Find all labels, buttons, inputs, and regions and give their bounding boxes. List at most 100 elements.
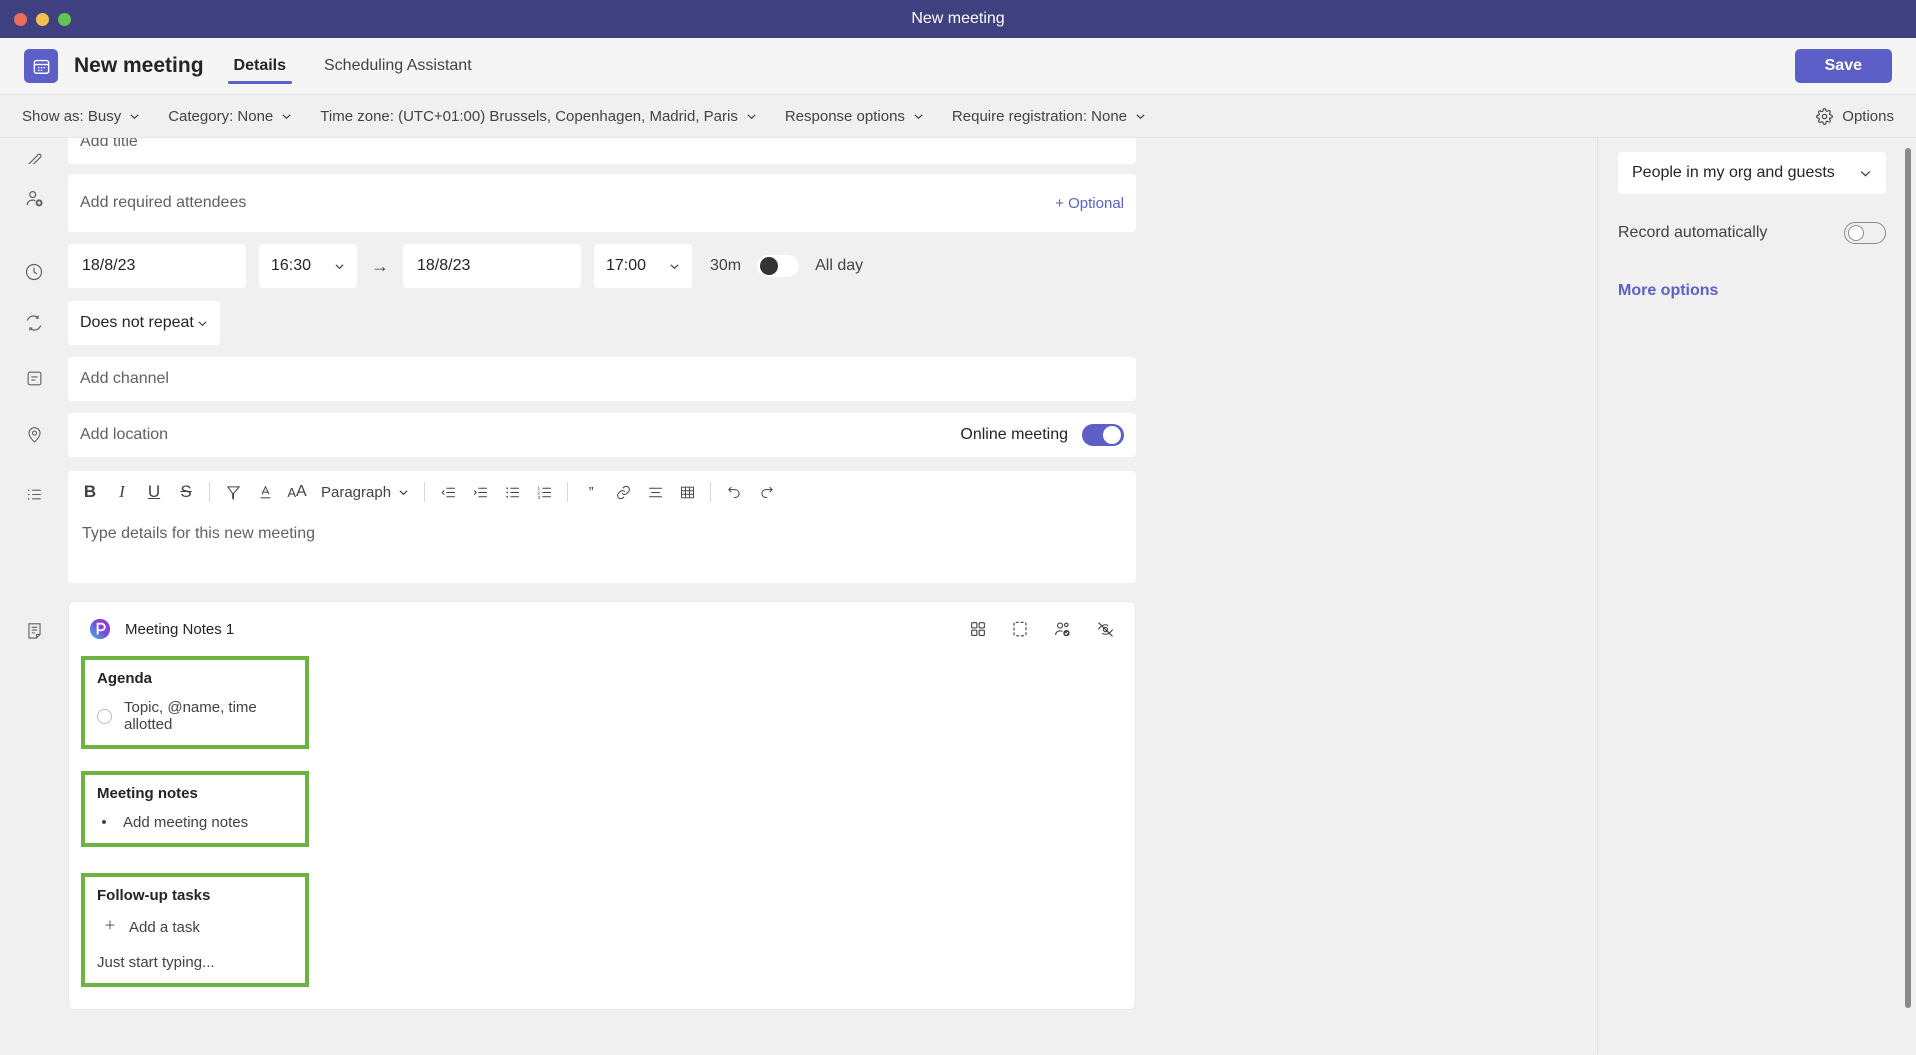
add-optional-attendees-link[interactable]: + Optional <box>1055 195 1124 212</box>
checkbox-circle-icon[interactable] <box>97 708 112 724</box>
font-size-icon[interactable]: AA <box>281 476 313 508</box>
calendar-icon <box>24 49 58 83</box>
response-options-dropdown[interactable]: Response options <box>785 108 924 125</box>
attendees-input[interactable]: Add required attendees + Optional <box>68 174 1136 232</box>
paragraph-style-dropdown[interactable]: Paragraph <box>313 484 417 501</box>
description-input[interactable]: Type details for this new meeting <box>68 513 1136 573</box>
toolbar-divider <box>424 482 426 502</box>
location-input[interactable]: Add location Online meeting <box>68 413 1136 457</box>
save-button[interactable]: Save <box>1794 49 1892 83</box>
start-time-dropdown[interactable]: 16:30 <box>259 244 357 288</box>
strikethrough-icon[interactable]: S <box>170 476 202 508</box>
add-task-button[interactable]: Add a task <box>103 918 293 936</box>
require-registration-dropdown[interactable]: Require registration: None <box>952 108 1146 125</box>
just-start-typing-text: Just start typing... <box>97 954 215 971</box>
attendees-placeholder: Add required attendees <box>80 194 247 211</box>
end-date-input[interactable]: 18/8/23 <box>403 244 581 288</box>
repeat-row: Does not repeat <box>0 301 1597 345</box>
gear-icon <box>1816 107 1834 125</box>
channel-placeholder: Add channel <box>80 370 169 387</box>
numbered-list-icon[interactable]: 1 2 3 <box>528 476 560 508</box>
highlight-icon[interactable] <box>217 476 249 508</box>
repeat-dropdown[interactable]: Does not repeat <box>68 301 220 345</box>
meeting-form-panel: Add title Add required attendees + Optio… <box>0 138 1598 1054</box>
attendees-row: Add required attendees + Optional <box>0 174 1597 232</box>
arrow-right-icon: → <box>371 255 389 276</box>
undo-icon[interactable] <box>718 476 750 508</box>
title-input[interactable]: Add title <box>68 138 1136 164</box>
quote-icon[interactable]: ” <box>575 476 607 508</box>
tab-details[interactable]: Details <box>227 38 293 94</box>
channel-input[interactable]: Add channel <box>68 357 1136 401</box>
bold-icon[interactable]: B <box>74 476 106 508</box>
agenda-heading: Agenda <box>97 670 153 687</box>
toolbar-divider <box>710 482 712 502</box>
all-day-toggle[interactable] <box>757 255 800 277</box>
meeting-notes-item[interactable]: • Add meeting notes <box>97 814 293 831</box>
followup-tasks-heading: Follow-up tasks <box>97 887 211 904</box>
redo-icon[interactable] <box>750 476 782 508</box>
apps-grid-icon[interactable] <box>969 620 987 639</box>
record-automatically-toggle[interactable] <box>1844 222 1886 244</box>
decrease-indent-icon[interactable] <box>432 476 464 508</box>
toolbar-divider <box>209 482 210 502</box>
options-button[interactable]: Options <box>1816 108 1894 125</box>
end-time-value: 17:00 <box>606 257 647 274</box>
chevron-down-icon <box>1860 170 1871 177</box>
agenda-item[interactable]: Topic, @name, time allotted <box>97 699 293 733</box>
channel-icon <box>0 357 68 388</box>
audience-dropdown[interactable]: People in my org and guests <box>1618 152 1886 194</box>
align-icon[interactable] <box>639 476 671 508</box>
all-day-toggle-knob <box>760 257 779 275</box>
category-dropdown[interactable]: Category: None <box>168 108 292 125</box>
tab-scheduling-assistant[interactable]: Scheduling Assistant <box>318 38 478 94</box>
chevron-down-icon <box>1136 113 1145 119</box>
start-date-input[interactable]: 18/8/23 <box>68 244 246 288</box>
record-automatically-row: Record automatically <box>1618 222 1886 244</box>
record-automatically-toggle-knob <box>1848 225 1864 241</box>
online-meeting-label: Online meeting <box>960 426 1068 443</box>
expand-frame-icon[interactable] <box>1011 620 1029 639</box>
add-task-label: Add a task <box>129 918 200 936</box>
vertical-scrollbar[interactable] <box>1905 148 1911 1008</box>
increase-indent-icon[interactable] <box>464 476 496 508</box>
chevron-down-icon <box>282 113 291 119</box>
response-options-label: Response options <box>784 107 905 125</box>
plus-icon <box>103 918 117 936</box>
link-icon[interactable] <box>607 476 639 508</box>
meeting-options-bar: Show as: Busy Category: None Time zone: … <box>0 94 1916 138</box>
followup-tasks-section: Follow-up tasks Add a task Just start ty… <box>81 873 309 987</box>
hide-eye-icon[interactable] <box>1096 620 1115 639</box>
meeting-notes-row: Meeting Notes 1 Agenda Topic, @name, tim… <box>0 601 1597 1010</box>
datetime-row: 18/8/23 16:30 → 18/8/23 17:00 30m All da… <box>0 244 1597 288</box>
end-time-dropdown[interactable]: 17:00 <box>594 244 692 288</box>
meeting-notes-title: Meeting Notes 1 <box>125 620 235 638</box>
title-placeholder: Add title <box>80 138 138 150</box>
channel-row: Add channel <box>0 357 1597 401</box>
italic-icon[interactable]: I <box>106 476 138 508</box>
font-color-icon[interactable] <box>249 476 281 508</box>
bulleted-list-icon[interactable] <box>496 476 528 508</box>
people-permissions-icon[interactable] <box>1053 620 1072 639</box>
table-icon[interactable] <box>671 476 703 508</box>
location-row: Add location Online meeting <box>0 413 1597 457</box>
title-row: Add title <box>0 138 1597 164</box>
description-row: B I U S AA Paragraph 1 2 3 ” Type detail… <box>0 471 1597 583</box>
underline-icon[interactable]: U <box>138 476 170 508</box>
show-as-dropdown[interactable]: Show as: Busy <box>22 108 140 125</box>
rich-text-toolbar: B I U S AA Paragraph 1 2 3 ” <box>68 471 1136 513</box>
online-meeting-toggle[interactable] <box>1082 424 1124 446</box>
start-time-value: 16:30 <box>271 257 312 274</box>
duration-label: 30m <box>710 257 742 274</box>
timezone-dropdown[interactable]: Time zone: (UTC+01:00) Brussels, Copenha… <box>320 108 757 125</box>
location-pin-icon <box>0 413 68 444</box>
meeting-notes-section: Meeting notes • Add meeting notes <box>81 771 309 847</box>
page-title: New meeting <box>74 54 204 77</box>
chevron-down-icon <box>130 113 139 119</box>
bullet-icon: • <box>101 814 107 831</box>
more-options-link[interactable]: More options <box>1618 282 1916 300</box>
window-titlebar: New meeting <box>0 0 1916 38</box>
meeting-notes-header: Meeting Notes 1 <box>69 602 1135 656</box>
